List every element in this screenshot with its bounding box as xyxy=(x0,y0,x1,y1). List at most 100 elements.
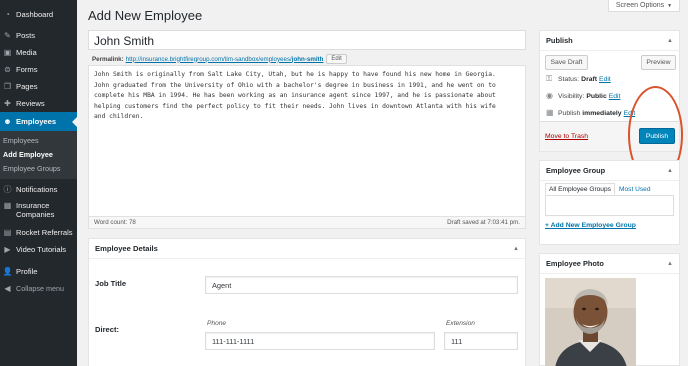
sidebar-item-pages[interactable]: ❐ Pages xyxy=(0,78,77,95)
schedule-value: immediately xyxy=(582,109,622,117)
permalink-url: http://insurance.brightfiregroup.com/tim… xyxy=(125,55,292,63)
sidebar-item-label: Profile xyxy=(16,267,38,276)
schedule-label: Publish xyxy=(558,109,581,117)
sidebar-item-dashboard[interactable]: ◔ Dashboard xyxy=(0,6,77,23)
submenu-item-employee-groups[interactable]: Employee Groups xyxy=(0,162,77,176)
media-icon: ▣ xyxy=(3,47,12,57)
sidebar-item-label: Pages xyxy=(16,82,38,91)
move-to-trash-link[interactable]: Move to Trash xyxy=(545,133,588,140)
editor-line: and children. xyxy=(94,113,144,121)
editor-line: John graduated from the University of Oh… xyxy=(94,81,496,89)
permalink-slug: john-smith xyxy=(291,55,324,63)
employee-group-list[interactable] xyxy=(545,195,674,216)
collapse-arrow-icon[interactable]: ▲ xyxy=(513,246,519,252)
sidebar-item-label: Forms xyxy=(16,65,38,74)
collapse-arrow-icon[interactable]: ▲ xyxy=(667,168,673,174)
sidebar-item-rocket-referrals[interactable]: ▤ Rocket Referrals xyxy=(0,224,77,241)
visibility-edit-link[interactable]: Edit xyxy=(609,93,621,100)
employee-photo-header[interactable]: Employee Photo ▲ xyxy=(540,254,679,274)
visibility-value: Public xyxy=(586,92,607,100)
employee-photo-box: Employee Photo ▲ xyxy=(539,253,680,366)
draft-saved-status: Draft saved at 7:03:41 pm. xyxy=(447,219,520,226)
submenu-item-add-employee[interactable]: Add Employee xyxy=(0,148,77,162)
tab-all-employee-groups[interactable]: All Employee Groups xyxy=(545,183,615,195)
employee-details-box: Employee Details ▲ Job Title Agent Direc… xyxy=(88,238,526,366)
sidebar-item-video-tutorials[interactable]: ▶ Video Tutorials xyxy=(0,241,77,258)
direct-label: Direct: xyxy=(95,325,120,334)
sidebar-item-notifications[interactable]: ⓘ Notifications xyxy=(0,181,77,198)
sidebar-collapse-menu[interactable]: ◀ Collapse menu xyxy=(0,280,77,297)
editor-content[interactable]: John Smith is originally from Salt Lake … xyxy=(89,66,521,127)
editor-line: John Smith is originally from Salt Lake … xyxy=(94,71,496,78)
sidebar-item-label: Posts xyxy=(16,31,35,40)
extension-hint: Extension xyxy=(446,320,475,327)
screen-options-button[interactable]: Screen Options ▼ xyxy=(608,0,680,12)
sidebar-item-label: Dashboard xyxy=(16,10,54,19)
forms-icon: ⊜ xyxy=(4,64,11,74)
sidebar-item-label: Media xyxy=(16,48,37,57)
phone-hint: Phone xyxy=(207,320,227,327)
key-icon: ⚿ xyxy=(546,74,553,83)
pages-icon: ❐ xyxy=(3,81,12,91)
content-editor[interactable]: John Smith is originally from Salt Lake … xyxy=(88,65,526,229)
publish-header[interactable]: Publish ▲ xyxy=(540,31,679,51)
sidebar-item-label: Employees xyxy=(16,117,57,126)
admin-sidebar: ◔ Dashboard ✎ Posts ▣ Media ⊜ Forms ❐ Pa… xyxy=(0,0,77,366)
extension-input[interactable]: 111 xyxy=(444,332,518,350)
sidebar-item-insurance-companies[interactable]: ▦ Insurance Companies xyxy=(0,198,77,222)
employee-group-box: Employee Group ▲ All Employee Groups Mos… xyxy=(539,160,680,245)
rocket-icon: ▤ xyxy=(3,227,12,237)
employee-details-title: Employee Details xyxy=(95,244,158,253)
sidebar-item-label: Video Tutorials xyxy=(16,245,67,254)
add-new-employee-group-link[interactable]: + Add New Employee Group xyxy=(545,222,636,229)
eye-icon: ◉ xyxy=(546,91,553,100)
dashboard-icon: ◔ xyxy=(5,9,10,19)
word-count: Word count: 78 xyxy=(94,219,136,226)
calendar-icon: ▦ xyxy=(546,108,554,117)
publish-title: Publish xyxy=(546,36,573,45)
permalink: Permalink: http://insurance.brightfiregr… xyxy=(92,54,347,64)
employee-group-header[interactable]: Employee Group ▲ xyxy=(540,161,679,181)
sidebar-item-media[interactable]: ▣ Media xyxy=(0,44,77,61)
employees-submenu: Employees Add Employee Employee Groups xyxy=(0,131,77,179)
permalink-link[interactable]: http://insurance.brightfiregroup.com/tim… xyxy=(126,56,324,63)
status-value: Draft xyxy=(581,75,598,83)
employee-details-header[interactable]: Employee Details ▲ xyxy=(89,239,525,259)
employee-portrait-image xyxy=(545,278,636,366)
sidebar-item-reviews[interactable]: ✚ Reviews xyxy=(0,95,77,112)
collapse-arrow-icon[interactable]: ▲ xyxy=(667,261,673,267)
status-label: Status: xyxy=(558,75,580,83)
sidebar-item-label: Reviews xyxy=(16,99,45,108)
sidebar-item-label: Collapse menu xyxy=(16,284,64,293)
employee-group-title: Employee Group xyxy=(546,166,606,175)
preview-button[interactable]: Preview xyxy=(641,55,676,70)
save-draft-button[interactable]: Save Draft xyxy=(545,55,588,70)
reviews-icon: ✚ xyxy=(4,98,11,108)
sidebar-item-posts[interactable]: ✎ Posts xyxy=(0,27,77,44)
editor-line: complete his MBA in 1994. He has been wo… xyxy=(94,92,496,100)
sidebar-item-employees[interactable]: ☻ Employees xyxy=(0,112,77,131)
sidebar-item-profile[interactable]: 👤 Profile xyxy=(0,263,77,280)
job-title-input[interactable]: Agent xyxy=(205,276,518,294)
sidebar-item-forms[interactable]: ⊜ Forms xyxy=(0,61,77,78)
visibility-label: Visibility: xyxy=(558,92,585,100)
employee-photo-title: Employee Photo xyxy=(546,259,604,268)
schedule-row: ▦ Publish immediately Edit xyxy=(546,109,635,117)
title-input[interactable]: John Smith xyxy=(88,30,526,50)
job-title-label: Job Title xyxy=(95,279,127,288)
submenu-item-employees[interactable]: Employees xyxy=(0,134,77,148)
status-edit-link[interactable]: Edit xyxy=(599,76,611,83)
phone-input[interactable]: 111-111-1111 xyxy=(205,332,435,350)
editor-line: helping customers find the perfect polic… xyxy=(94,102,496,110)
employee-photo[interactable] xyxy=(545,278,636,366)
video-icon: ▶ xyxy=(4,244,11,254)
status-row: ⚿ Status: Draft Edit xyxy=(546,75,611,83)
grid-icon: ▦ xyxy=(3,200,12,210)
sidebar-item-label: Notifications xyxy=(16,185,58,194)
info-icon: ⓘ xyxy=(3,184,12,194)
permalink-edit-button[interactable]: Edit xyxy=(326,54,347,64)
collapse-arrow-icon[interactable]: ▲ xyxy=(667,38,673,44)
pin-icon: ✎ xyxy=(4,30,11,40)
tab-most-used[interactable]: Most Used xyxy=(616,183,654,195)
page-title: Add New Employee xyxy=(88,8,203,23)
